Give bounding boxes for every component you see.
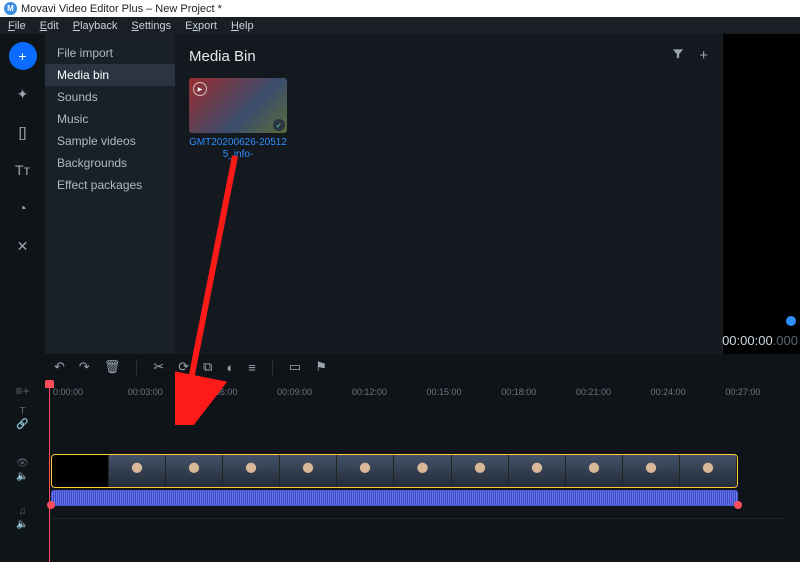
filters-tool-icon[interactable]: ✦ (9, 80, 37, 108)
clip-handle-left[interactable] (47, 501, 55, 509)
timeline[interactable]: 0:00:00 00:03:00 00:06:00 00:09:00 00:12… (45, 380, 800, 562)
video-clip[interactable] (51, 454, 738, 506)
used-check-icon: ✓ (273, 119, 285, 131)
media-clip-thumb[interactable]: ▶ ✓ GMT20200626-205125_info- (189, 78, 287, 161)
show-track-icon[interactable]: 👁 (16, 458, 29, 469)
mute-track-icon[interactable]: 🔈 (16, 471, 28, 482)
play-overlay-icon: ▶ (193, 82, 207, 96)
timeline-toolbar: ↶ ↷ 🗑 ✂ ⟳ ⧉ ◐ ≡ ▭ ⚑ (0, 354, 800, 380)
ruler-tick: 00:06:00 (202, 387, 277, 397)
ruler-tick: 00:21:00 (576, 387, 651, 397)
stickers-tool-icon[interactable]: ◔ (9, 194, 37, 222)
color-adjust-icon[interactable]: ◐ (226, 360, 234, 375)
ruler-tick: 00:15:00 (427, 387, 502, 397)
menu-playback[interactable]: Playback (69, 20, 122, 32)
media-bin-panel: Media Bin + ▶ ✓ GMT20200626-205125_info- (175, 34, 722, 354)
clip-handle-right[interactable] (734, 501, 742, 509)
redo-icon[interactable]: ↷ (79, 359, 90, 375)
more-tools-icon[interactable]: ✕ (9, 232, 37, 260)
ruler-tick: 00:18:00 (501, 387, 576, 397)
import-tool-icon[interactable]: + (9, 42, 37, 70)
transitions-tool-icon[interactable]: [] (9, 118, 37, 146)
ruler-tick: 00:09:00 (277, 387, 352, 397)
time-ruler[interactable]: 0:00:00 00:03:00 00:06:00 00:09:00 00:12… (45, 380, 800, 398)
add-track-icon[interactable]: ≡+ (12, 382, 34, 400)
record-icon[interactable]: ▭ (289, 359, 301, 375)
delete-icon[interactable]: 🗑 (104, 359, 121, 375)
audio-waveform[interactable] (51, 490, 738, 506)
sidebar-item-backgrounds[interactable]: Backgrounds (45, 152, 175, 174)
rotate-icon[interactable]: ⟳ (178, 359, 189, 375)
audio-track-icon[interactable]: ♫ (19, 506, 27, 517)
menu-settings[interactable]: Settings (127, 20, 175, 32)
split-icon[interactable]: ✂ (153, 359, 164, 375)
filter-icon[interactable] (671, 47, 685, 65)
sidebar-item-sample-videos[interactable]: Sample videos (45, 130, 175, 152)
ruler-tick: 00:24:00 (651, 387, 726, 397)
media-bin-title: Media Bin (189, 48, 256, 65)
app-logo-icon: M (4, 2, 17, 15)
preview-timecode: 00:00:00.000 (722, 333, 798, 348)
sidebar-item-effect-packages[interactable]: Effect packages (45, 174, 175, 196)
menu-export[interactable]: Export (181, 20, 221, 32)
ruler-tick: 0:00:00 (53, 387, 128, 397)
ruler-tick: 00:12:00 (352, 387, 427, 397)
mute-audio-icon[interactable]: 🔈 (16, 519, 28, 530)
import-sidebar: File import Media bin Sounds Music Sampl… (45, 34, 175, 354)
playhead-dot-icon[interactable] (786, 316, 796, 326)
separator (136, 359, 137, 375)
sidebar-item-music[interactable]: Music (45, 108, 175, 130)
menu-help[interactable]: Help (227, 20, 258, 32)
menu-file[interactable]: File (4, 20, 30, 32)
crop-icon[interactable]: ⧉ (203, 359, 212, 375)
menu-bar: File Edit Playback Settings Export Help (0, 17, 800, 34)
separator (272, 359, 273, 375)
track-rail: ≡+ T 🔗 👁 🔈 ♫ 🔈 (0, 380, 45, 562)
menu-edit[interactable]: Edit (36, 20, 63, 32)
sidebar-item-file-import[interactable]: File import (45, 42, 175, 64)
media-clip-label: GMT20200626-205125_info- (189, 137, 287, 161)
window-titlebar: M Movavi Video Editor Plus – New Project… (0, 0, 800, 17)
title-track-icon[interactable]: T (19, 406, 25, 417)
window-title: Movavi Video Editor Plus – New Project * (21, 3, 222, 15)
sidebar-item-media-bin[interactable]: Media bin (45, 64, 175, 86)
preview-panel: 00:00:00.000 (722, 34, 800, 354)
playhead[interactable] (49, 380, 50, 562)
add-media-icon[interactable]: + (699, 47, 708, 65)
clip-properties-icon[interactable]: ≡ (248, 360, 256, 375)
link-track-icon[interactable]: 🔗 (16, 419, 28, 430)
sidebar-item-sounds[interactable]: Sounds (45, 86, 175, 108)
music-track[interactable] (51, 518, 784, 534)
undo-icon[interactable]: ↶ (54, 359, 65, 375)
titles-tool-icon[interactable]: Tᴛ (9, 156, 37, 184)
ruler-tick: 00:03:00 (128, 387, 203, 397)
marker-icon[interactable]: ⚑ (315, 359, 327, 375)
tool-rail: + ✦ [] Tᴛ ◔ ✕ (0, 34, 45, 354)
ruler-tick: 00:27:00 (725, 387, 800, 397)
